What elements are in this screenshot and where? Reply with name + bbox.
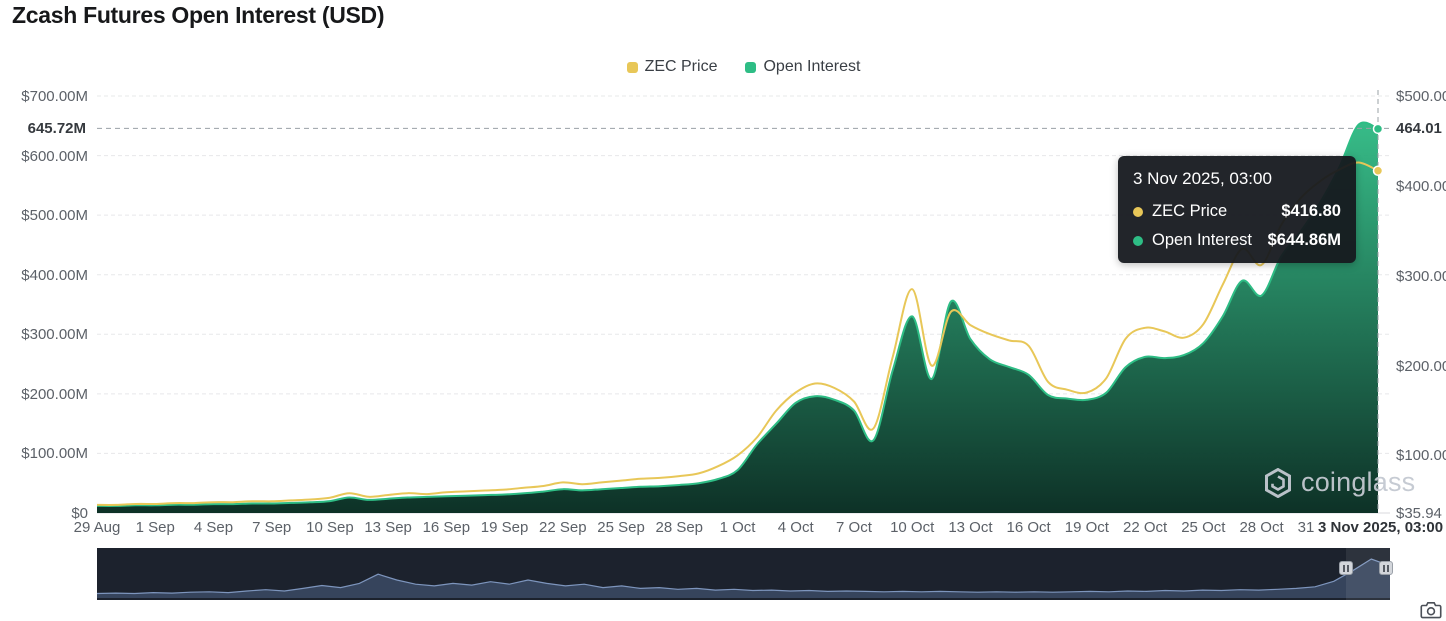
navigator-sparkline [97,548,1390,600]
latest-price-axis-label: 464.01 [1396,120,1442,137]
y-axis-right-label: $400.00 [1396,178,1446,195]
zec-price-tooltip-marker-icon [1133,207,1143,217]
y-axis-left-label: $200.00M [6,386,88,403]
y-axis-left-label: $100.00M [6,445,88,462]
chart-page: Zcash Futures Open Interest (USD) ZEC Pr… [0,0,1446,621]
y-axis-left-label: $400.00M [6,267,88,284]
tooltip-label-open-interest: Open Interest [1152,231,1268,250]
latest-open-interest-label: 645.72M [6,120,86,137]
range-navigator[interactable] [97,548,1390,600]
y-axis-left-label: $600.00M [6,148,88,165]
navigator-handle-left[interactable] [1339,561,1353,575]
y-axis-right-label: $200.00 [1396,358,1446,375]
tooltip-row-zec-price: ZEC Price $416.80 [1133,202,1341,221]
screenshot-camera-icon[interactable] [1420,601,1442,621]
crosshair-date-label: 3 Nov 2025, 03:00 [1318,519,1440,536]
y-axis-right-label: $500.00 [1396,88,1446,105]
y-axis-left-label: $700.00M [6,88,88,105]
y-axis-right-label: $300.00 [1396,268,1446,285]
coinglass-logo-icon [1264,468,1292,498]
y-axis-left-label: $500.00M [6,207,88,224]
y-axis-left-label: $300.00M [6,326,88,343]
tooltip-value-zec-price: $416.80 [1281,202,1341,221]
tooltip-date: 3 Nov 2025, 03:00 [1133,169,1341,189]
navigator-handle-right[interactable] [1379,561,1393,575]
open-interest-tooltip-marker-icon [1133,236,1143,246]
tooltip: 3 Nov 2025, 03:00 ZEC Price $416.80 Open… [1118,156,1356,263]
tooltip-value-open-interest: $644.86M [1268,231,1341,250]
y-axis-right-label: $100.00 [1396,447,1446,464]
tooltip-row-open-interest: Open Interest $644.86M [1133,231,1341,250]
tooltip-label-zec-price: ZEC Price [1152,202,1281,221]
coinglass-watermark-text: coinglass [1301,467,1415,498]
coinglass-watermark: coinglass [1264,467,1415,498]
